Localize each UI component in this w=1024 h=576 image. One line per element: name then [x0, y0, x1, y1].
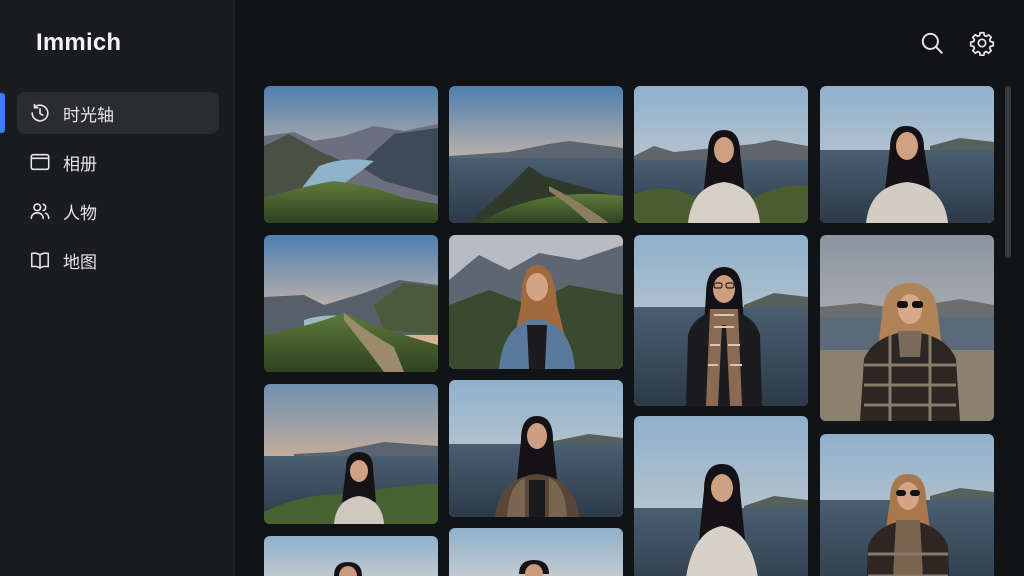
sidebar-item-albums[interactable]: 相册: [17, 141, 219, 183]
photo-tile[interactable]: [634, 235, 808, 406]
photo-tile[interactable]: [820, 434, 994, 576]
sidebar-item-label: 地图: [63, 252, 97, 273]
album-icon: [29, 151, 51, 173]
photo-tile[interactable]: [264, 86, 438, 223]
sidebar: Immich 时光轴 相册 人物 地图: [0, 0, 235, 576]
sidebar-item-people[interactable]: 人物: [17, 190, 219, 232]
sidebar-item-label: 相册: [63, 154, 97, 175]
portrait-photo: [449, 528, 623, 576]
photo-tile[interactable]: [264, 384, 438, 524]
search-button[interactable]: [918, 29, 946, 57]
portrait-photo: [820, 86, 994, 223]
photo-tile[interactable]: [264, 536, 438, 576]
portrait-photo: [634, 235, 808, 406]
portrait-photo: [264, 384, 438, 524]
people-icon: [29, 200, 51, 222]
map-icon: [29, 249, 51, 271]
portrait-photo: [634, 416, 808, 576]
active-indicator: [0, 93, 5, 133]
photo-tile[interactable]: [264, 235, 438, 372]
sidebar-item-label: 时光轴: [63, 105, 114, 126]
landscape-photo: [449, 86, 623, 223]
portrait-photo: [820, 235, 994, 421]
photo-tile[interactable]: [449, 528, 623, 576]
photo-tile[interactable]: [449, 86, 623, 223]
gear-icon: [969, 31, 995, 56]
portrait-photo: [449, 380, 623, 517]
photo-tile[interactable]: [449, 380, 623, 517]
settings-button[interactable]: [968, 29, 996, 57]
sidebar-item-map[interactable]: 地图: [17, 239, 219, 281]
sidebar-nav: 时光轴 相册 人物 地图: [0, 92, 234, 288]
landscape-photo: [264, 235, 438, 372]
photo-tile[interactable]: [820, 86, 994, 223]
portrait-photo: [820, 434, 994, 576]
sidebar-item-timeline[interactable]: 时光轴: [0, 92, 219, 134]
photo-tile[interactable]: [634, 86, 808, 223]
portrait-photo: [449, 235, 623, 369]
photo-tile[interactable]: [634, 416, 808, 576]
photo-grid: [264, 86, 996, 576]
portrait-photo: [634, 86, 808, 223]
timeline-icon: [29, 102, 51, 124]
portrait-photo: [264, 536, 438, 576]
sidebar-item-label: 人物: [63, 203, 97, 224]
scrollbar-thumb[interactable]: [1005, 86, 1011, 258]
photo-tile[interactable]: [449, 235, 623, 369]
search-icon: [921, 32, 943, 54]
landscape-photo: [264, 86, 438, 223]
photo-tile[interactable]: [820, 235, 994, 421]
app-title: Immich: [36, 29, 122, 56]
